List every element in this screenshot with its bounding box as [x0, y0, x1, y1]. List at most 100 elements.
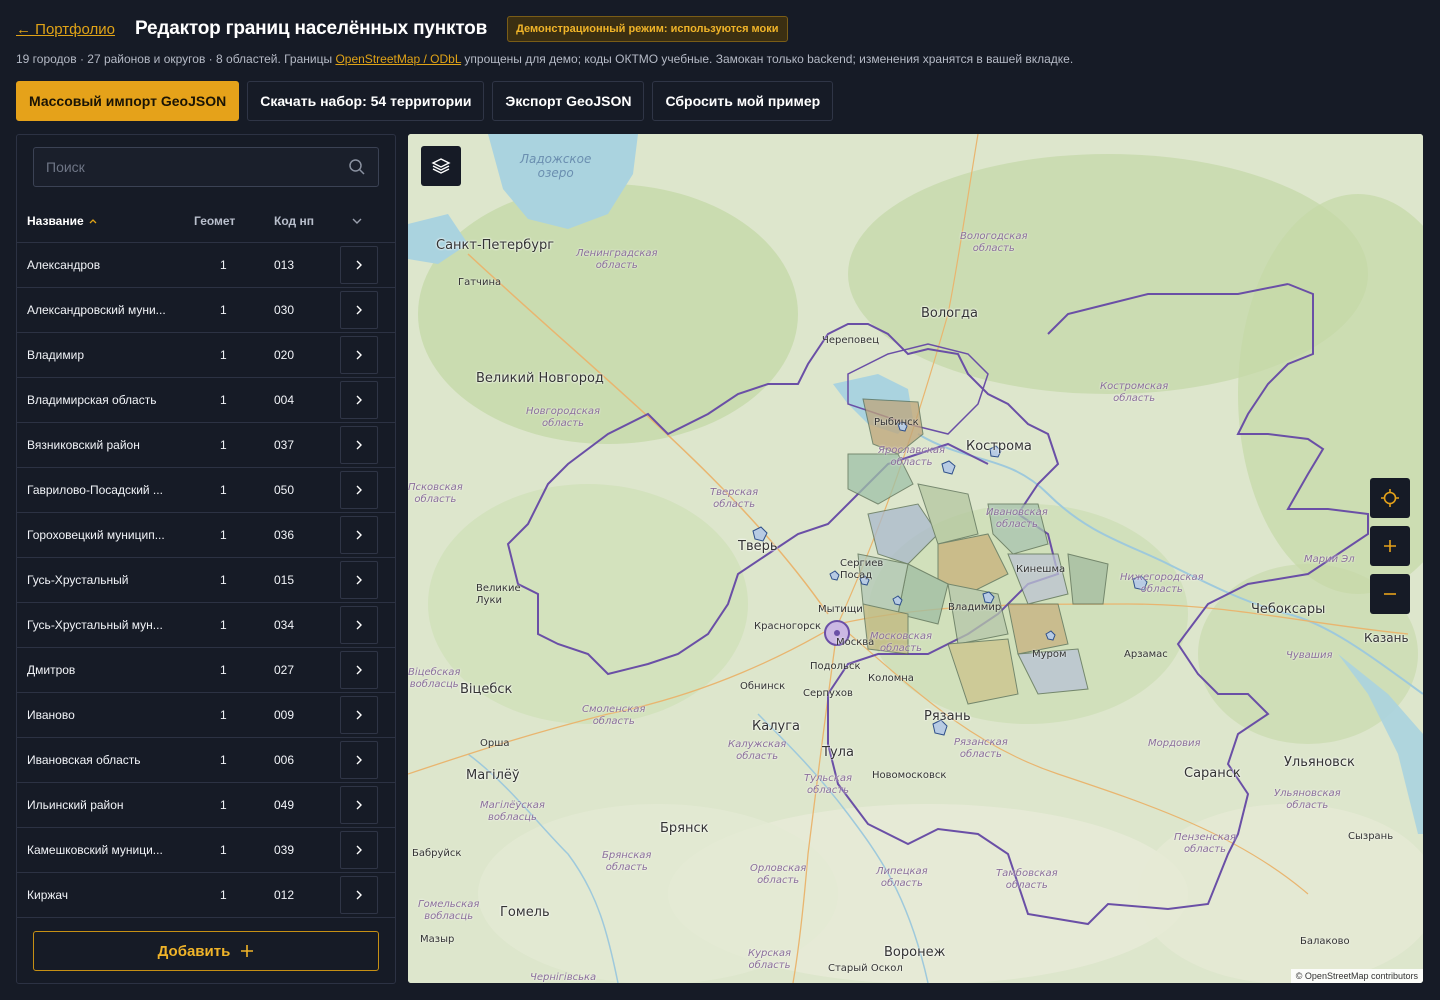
map-label-leningrad-region: Ленинградская область [576, 248, 658, 271]
map-label-pskov-region: Псковская область [408, 482, 463, 505]
row-open-button[interactable] [340, 291, 378, 329]
row-open-button[interactable] [340, 696, 378, 734]
map-label-mytishchi: Мытищи [818, 604, 863, 615]
zoom-in-button[interactable] [1370, 526, 1410, 566]
table-row[interactable]: Гусь-Хрустальный мун... 1 034 [17, 603, 395, 648]
map-label-yaroslavl-region: Ярославская область [878, 445, 946, 468]
table-row[interactable]: Вязниковский район 1 037 [17, 423, 395, 468]
reset-example-button[interactable]: Сбросить мой пример [652, 81, 834, 121]
description-text-end: упрощены для демо; коды ОКТМО учебные. З… [461, 52, 1074, 66]
row-open-button[interactable] [340, 651, 378, 689]
row-code: 004 [274, 393, 295, 407]
table-row[interactable]: Ильинский район 1 049 [17, 783, 395, 828]
map-label-kineshma: Кинешма [1016, 564, 1066, 575]
add-button-label: Добавить [157, 942, 231, 960]
row-name: Камешковский муници... [27, 843, 163, 857]
chevron-right-icon [356, 305, 362, 315]
map-label-kostroma: Кострома [966, 439, 1032, 454]
column-header-name[interactable]: Название [27, 214, 98, 228]
table-row[interactable]: Иваново 1 009 [17, 693, 395, 738]
row-geometry-count: 1 [220, 258, 227, 272]
layers-button[interactable] [421, 146, 461, 186]
row-geometry-count: 1 [220, 303, 227, 317]
row-open-button[interactable] [340, 471, 378, 509]
add-territory-button[interactable]: Добавить [33, 931, 379, 971]
row-open-button[interactable] [340, 381, 378, 419]
map-label-stary-oskol: Старый Оскол [828, 963, 903, 974]
row-open-button[interactable] [340, 426, 378, 464]
row-open-button[interactable] [340, 786, 378, 824]
row-name: Киржач [27, 888, 69, 902]
minus-icon [1384, 593, 1396, 595]
row-code: 006 [274, 753, 295, 767]
map-view[interactable]: Ладожское озеро Санкт-Петербург Гатчина … [408, 134, 1423, 983]
row-open-button[interactable] [340, 606, 378, 644]
row-open-button[interactable] [340, 831, 378, 869]
column-header-geometry[interactable]: Геомет [194, 214, 235, 228]
table-row[interactable]: Камешковский муници... 1 039 [17, 828, 395, 873]
map-label-bobruisk: Бабруйск [412, 848, 462, 859]
row-geometry-count: 1 [220, 663, 227, 677]
page-title: Редактор границ населённых пунктов [135, 18, 488, 39]
map-label-vitebsk: Віцебск [460, 682, 513, 697]
column-header-code[interactable]: Код нп [274, 214, 314, 228]
row-open-button[interactable] [340, 876, 378, 914]
map-label-kolomna: Коломна [868, 673, 914, 684]
row-open-button[interactable] [340, 516, 378, 554]
table-row[interactable]: Киржач 1 012 [17, 873, 395, 918]
chevron-right-icon [356, 485, 362, 495]
export-geojson-button[interactable]: Экспорт GeoJSON [492, 81, 645, 121]
map-label-vologda: Вологда [921, 306, 978, 321]
row-geometry-count: 1 [220, 798, 227, 812]
table-row[interactable]: Владимир 1 020 [17, 333, 395, 378]
map-label-orel-region: Орловская область [750, 863, 807, 886]
table-row[interactable]: Ивановская область 1 006 [17, 738, 395, 783]
description-text-start: 19 городов · 27 районов и округов · 8 об… [16, 52, 336, 66]
plus-icon [241, 945, 254, 957]
row-geometry-count: 1 [220, 573, 227, 587]
map-label-mordoviya: Мордовия [1148, 738, 1201, 749]
row-open-button[interactable] [340, 741, 378, 779]
map-label-kaluga-region: Калужская область [728, 739, 787, 762]
row-code: 009 [274, 708, 295, 722]
table-row[interactable]: Гороховецкий муницип... 1 036 [17, 513, 395, 558]
row-name: Гаврилово-Посадский ... [27, 483, 163, 497]
search-icon[interactable] [348, 158, 366, 176]
download-dataset-button[interactable]: Скачать набор: 54 территории [247, 81, 485, 121]
row-name: Александровский муни... [27, 303, 166, 317]
dataset-description: 19 городов · 27 районов и округов · 8 об… [16, 52, 1073, 66]
osm-license-link[interactable]: OpenStreetMap / ODbL [335, 52, 461, 66]
toolbar: Массовый импорт GeoJSON Скачать набор: 5… [16, 81, 834, 121]
table-row[interactable]: Александров 1 013 [17, 243, 395, 288]
table-row[interactable]: Гаврилово-Посадский ... 1 050 [17, 468, 395, 513]
map-label-spb: Санкт-Петербург [436, 238, 555, 253]
map-label-bryansk: Брянск [660, 821, 709, 836]
map-label-voronezh: Воронеж [884, 945, 946, 960]
table-row[interactable]: Владимирская область 1 004 [17, 378, 395, 423]
map-label-mari-el: Марий Эл [1304, 554, 1355, 565]
chevron-down-icon[interactable] [349, 213, 365, 229]
map-label-ulyanovsk-region: Ульяновская область [1274, 788, 1341, 811]
row-code: 037 [274, 438, 295, 452]
row-open-button[interactable] [340, 561, 378, 599]
table-row[interactable]: Александровский муни... 1 030 [17, 288, 395, 333]
row-open-button[interactable] [340, 336, 378, 374]
page-header: ← Портфолио Редактор границ населённых п… [16, 14, 788, 44]
back-to-portfolio-link[interactable]: ← Портфолио [16, 21, 115, 38]
map-label-ivanovo-region: Ивановская область [986, 507, 1048, 530]
row-name: Гороховецкий муницип... [27, 528, 165, 542]
table-row[interactable]: Дмитров 1 027 [17, 648, 395, 693]
map-label-vnovgorod: Великий Новгород [476, 371, 604, 386]
map-label-gomel: Гомель [500, 905, 550, 920]
map-label-kursk-region: Курская область [748, 948, 792, 971]
table-row[interactable]: Гусь-Хрустальный 1 015 [17, 558, 395, 603]
row-code: 039 [274, 843, 295, 857]
map-label-gomel-region: Гомельская вобласць [418, 899, 480, 922]
row-name: Ивановская область [27, 753, 141, 767]
locate-button[interactable] [1370, 478, 1410, 518]
row-open-button[interactable] [340, 246, 378, 284]
search-input[interactable] [46, 159, 348, 175]
bulk-import-geojson-button[interactable]: Массовый импорт GeoJSON [16, 81, 240, 121]
territory-list-panel: Название Геомет Код нп Александров1013 Ал… [16, 134, 396, 984]
zoom-out-button[interactable] [1370, 574, 1410, 614]
